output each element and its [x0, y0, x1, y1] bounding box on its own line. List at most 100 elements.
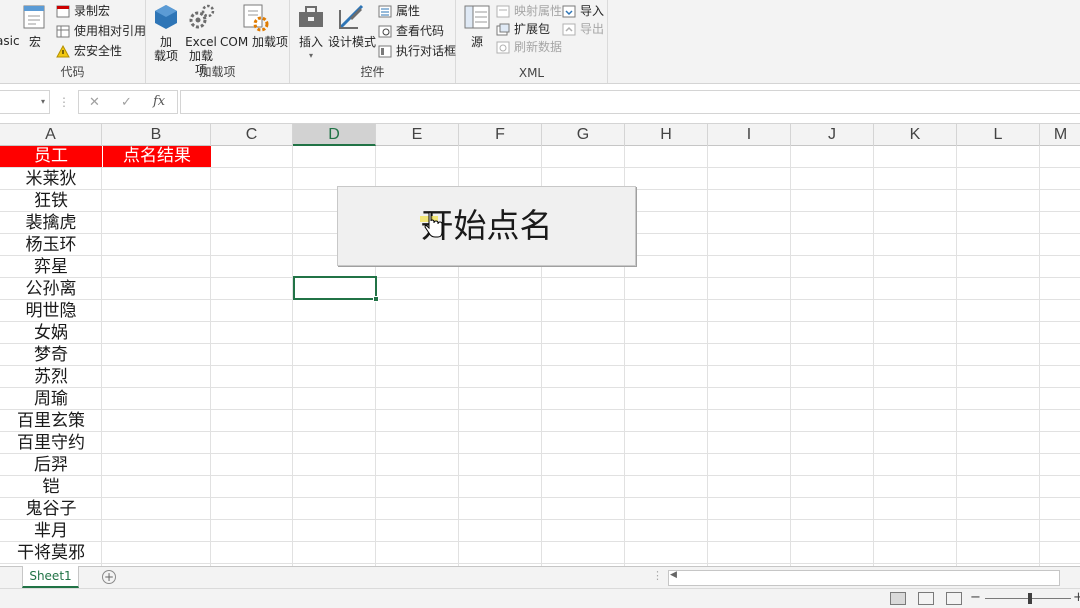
formula-bar: ▾ ⋮ ✕ ✓ fx — [0, 90, 1080, 114]
employee-cell[interactable]: 裴擒虎 — [0, 212, 102, 234]
zoom-out-icon[interactable]: − — [970, 590, 981, 605]
addins-group: 加 载项 Excel 加载项 COM 加载项 加载项 — [146, 0, 290, 83]
row-gridline — [0, 497, 1080, 498]
column-gridline — [210, 146, 211, 566]
row-gridline — [0, 277, 1080, 278]
column-header-a[interactable]: A — [0, 124, 102, 146]
row-gridline — [0, 453, 1080, 454]
employee-cell[interactable]: 鬼谷子 — [0, 498, 102, 520]
header-cell-a1[interactable]: 员工 — [0, 146, 102, 167]
column-header-j[interactable]: J — [791, 124, 874, 146]
view-code-button[interactable]: 查看代码 — [378, 22, 444, 41]
export-button[interactable]: 导出 — [562, 20, 604, 39]
enter-icon[interactable]: ✓ — [121, 95, 132, 110]
add-sheet-icon[interactable]: + — [102, 570, 116, 584]
employee-cell[interactable]: 弈星 — [0, 256, 102, 278]
employee-cell[interactable]: 百里玄策 — [0, 410, 102, 432]
tab-splitter-icon[interactable]: ⋮ — [652, 569, 663, 582]
xml-source-button[interactable]: 源 — [462, 2, 492, 49]
controls-group: 插入 ▾ 设计模式 属性 查看代码 执行对话框 控件 — [290, 0, 456, 83]
status-bar: − + — [0, 588, 1080, 608]
map-properties-button[interactable]: 映射属性 — [496, 2, 562, 21]
com-addins-button[interactable]: COM 加载项 — [220, 2, 288, 49]
controls-group-title: 控件 — [360, 65, 385, 79]
employee-cell[interactable]: 苏烈 — [0, 366, 102, 388]
column-header-g[interactable]: G — [542, 124, 625, 146]
column-headers: ABCDEFGHIJKLM — [0, 123, 1080, 146]
row-gridline — [0, 409, 1080, 410]
scroll-left-icon[interactable]: ◀ — [670, 570, 677, 580]
refresh-data-button[interactable]: 刷新数据 — [496, 38, 562, 57]
column-header-i[interactable]: I — [708, 124, 791, 146]
row-gridline — [0, 387, 1080, 388]
expansion-packs-button[interactable]: 扩展包 — [496, 20, 550, 39]
macro-security-button[interactable]: 宏安全性 — [56, 42, 122, 61]
header-cell-b1[interactable]: 点名结果 — [103, 146, 211, 167]
column-gridline — [956, 146, 957, 566]
employee-cell[interactable]: 杨玉环 — [0, 234, 102, 256]
column-header-d[interactable]: D — [293, 124, 376, 146]
employee-cell[interactable]: 铠 — [0, 476, 102, 498]
column-header-k[interactable]: K — [874, 124, 957, 146]
normal-view-icon[interactable] — [890, 592, 906, 605]
run-dialog-button[interactable]: 执行对话框 — [378, 42, 456, 61]
employee-cell[interactable]: 女娲 — [0, 322, 102, 344]
chevron-down-icon: ▾ — [40, 97, 45, 106]
chevron-down-icon: ▾ — [308, 51, 313, 60]
row-gridline — [0, 299, 1080, 300]
column-header-h[interactable]: H — [625, 124, 708, 146]
insert-control-button[interactable]: 插入 ▾ — [294, 2, 328, 63]
employee-cell[interactable]: 百里守约 — [0, 432, 102, 454]
run-dialog-icon — [378, 45, 392, 58]
employee-cell[interactable]: 梦奇 — [0, 344, 102, 366]
visual-basic-button[interactable]: asic — [0, 34, 20, 48]
zoom-in-icon[interactable]: + — [1073, 590, 1080, 605]
employee-cell[interactable]: 芈月 — [0, 520, 102, 542]
row-gridline — [0, 365, 1080, 366]
ribbon: asic 宏 录制宏 使用相对引用 宏安全性 代码 加 载项 — [0, 0, 1080, 84]
fill-handle[interactable] — [373, 296, 379, 302]
row-gridline — [0, 475, 1080, 476]
refresh-icon — [496, 41, 510, 54]
cancel-icon[interactable]: ✕ — [89, 95, 100, 110]
row-gridline — [0, 431, 1080, 432]
row-gridline — [0, 519, 1080, 520]
expansion-packs-icon — [496, 23, 510, 36]
column-gridline — [292, 146, 293, 566]
employee-cell[interactable]: 狂铁 — [0, 190, 102, 212]
employee-cell[interactable]: 后羿 — [0, 454, 102, 476]
row-gridline — [0, 167, 1080, 168]
gear-icon — [186, 2, 216, 32]
employee-cell[interactable]: 周瑜 — [0, 388, 102, 410]
employee-cell[interactable]: 公孙离 — [0, 278, 102, 300]
name-box[interactable]: ▾ — [0, 90, 50, 114]
macros-button[interactable]: 宏 — [20, 2, 50, 49]
zoom-slider-thumb[interactable] — [1028, 593, 1032, 604]
horizontal-scrollbar[interactable] — [668, 570, 1060, 586]
selected-cell[interactable] — [293, 276, 379, 302]
column-header-b[interactable]: B — [102, 124, 211, 146]
start-roll-call-button[interactable]: 开始点名 — [337, 186, 636, 266]
hand-cursor-icon — [420, 210, 446, 240]
addins-button[interactable]: 加 载项 — [150, 2, 182, 63]
import-button[interactable]: 导入 — [562, 2, 604, 21]
insert-function-button[interactable]: fx — [153, 94, 165, 109]
design-mode-button[interactable]: 设计模式 — [328, 2, 376, 49]
column-header-e[interactable]: E — [376, 124, 459, 146]
page-layout-view-icon[interactable] — [918, 592, 934, 605]
column-header-m[interactable]: M — [1040, 124, 1080, 146]
relative-references-button[interactable]: 使用相对引用 — [56, 22, 146, 41]
com-addins-icon — [239, 2, 269, 32]
formula-input[interactable] — [180, 90, 1080, 114]
column-header-c[interactable]: C — [211, 124, 293, 146]
employee-cell[interactable]: 明世隐 — [0, 300, 102, 322]
employee-cell[interactable]: 米莱狄 — [0, 168, 102, 190]
page-break-view-icon[interactable] — [946, 592, 962, 605]
record-macro-button[interactable]: 录制宏 — [56, 2, 110, 21]
column-header-f[interactable]: F — [459, 124, 542, 146]
properties-button[interactable]: 属性 — [378, 2, 420, 21]
column-header-l[interactable]: L — [957, 124, 1040, 146]
sheet-tab-sheet1[interactable]: Sheet1 — [22, 566, 79, 588]
map-properties-icon — [496, 5, 510, 18]
employee-cell[interactable]: 干将莫邪 — [0, 542, 102, 564]
